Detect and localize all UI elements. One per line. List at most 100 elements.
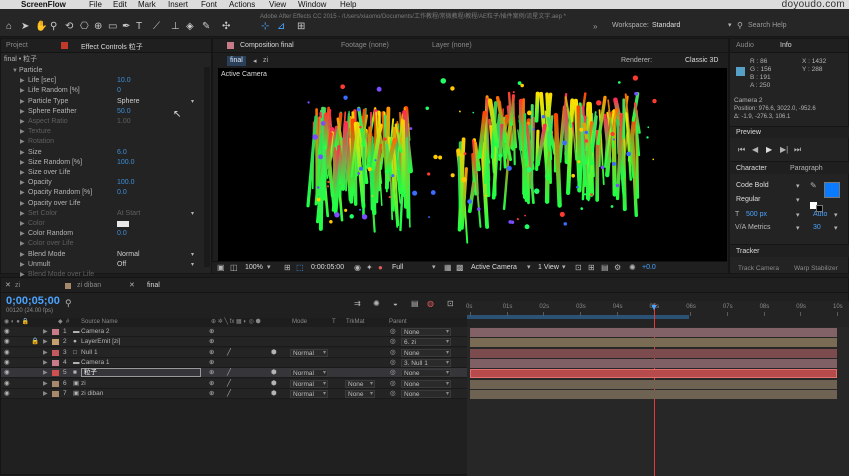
workspace-dropdown-arrow-icon[interactable]: ▾: [728, 21, 732, 29]
disclosure-triangle-icon[interactable]: ▶: [20, 229, 25, 239]
effect-property-value[interactable]: 50.0: [117, 107, 131, 117]
effect-property-value[interactable]: 0.0: [117, 229, 127, 239]
effect-property-row[interactable]: ▶Color over Life: [1, 239, 201, 249]
expand-layer-icon[interactable]: ▶: [43, 379, 48, 389]
mode-header[interactable]: Mode: [292, 318, 307, 327]
layer-label-color[interactable]: [52, 370, 59, 376]
exposure-value[interactable]: +0.0: [642, 264, 656, 271]
expand-arrows-icon[interactable]: »: [593, 22, 597, 31]
shy-switch-icon[interactable]: ⊕: [209, 368, 214, 378]
tab-project[interactable]: Project: [6, 42, 28, 49]
effect-property-row[interactable]: ▶Blend ModeNormal▾: [1, 250, 201, 260]
effect-property-row[interactable]: ▶Rotation: [1, 137, 201, 147]
layer-duration-bar[interactable]: [470, 338, 837, 347]
quality-switch-icon[interactable]: ╱: [227, 379, 231, 389]
comp-crumb-final[interactable]: final: [227, 56, 246, 66]
three-d-switch-icon[interactable]: ⬢: [271, 389, 277, 399]
layer-duration-bar[interactable]: [470, 328, 837, 337]
grid-icon[interactable]: ⊞: [284, 263, 291, 272]
timeline-search-icon[interactable]: ⚲: [65, 298, 72, 309]
resolution-dropdown[interactable]: Full: [392, 264, 403, 271]
effect-property-value[interactable]: 0: [117, 86, 121, 96]
toggle-pixel-icon[interactable]: ⊡: [575, 263, 582, 272]
quality-switch-icon[interactable]: ╱: [227, 348, 231, 358]
effect-property-row[interactable]: ▶Size Random [%]100.0: [1, 158, 201, 168]
expand-layer-icon[interactable]: ▶: [43, 358, 48, 368]
menu-insert[interactable]: Insert: [168, 0, 188, 9]
disclosure-triangle-icon[interactable]: ▶: [20, 178, 25, 188]
tab-layer[interactable]: Layer (none): [432, 42, 472, 49]
kerning-arrow-icon[interactable]: ▾: [796, 224, 800, 232]
disclosure-triangle-icon[interactable]: ▶: [20, 117, 25, 127]
effect-property-value[interactable]: Sphere: [117, 97, 140, 107]
target-region-icon[interactable]: ▦: [444, 263, 452, 272]
tab-footage[interactable]: Footage (none): [341, 42, 389, 49]
prev-frame-icon[interactable]: ◀: [752, 145, 758, 154]
parent-pickwhip-icon[interactable]: ◎: [390, 337, 396, 347]
layer-duration-bar[interactable]: [470, 369, 837, 378]
viewer-timecode[interactable]: 0:00:05:00: [311, 264, 344, 271]
menu-file[interactable]: File: [89, 0, 102, 9]
parent-pickwhip-icon[interactable]: ◎: [390, 327, 396, 337]
layer-name[interactable]: zi: [81, 379, 86, 389]
visibility-eye-icon[interactable]: ◉: [4, 358, 10, 368]
effect-property-value[interactable]: 100.0: [117, 158, 135, 168]
parent-dropdown[interactable]: None: [401, 369, 451, 377]
character-title[interactable]: Character: [736, 165, 767, 172]
parent-dropdown[interactable]: 3. Null 1: [401, 359, 451, 367]
layer-label-color[interactable]: [52, 360, 59, 366]
effect-property-row[interactable]: ▶Texture: [1, 127, 201, 137]
disclosure-triangle-icon[interactable]: ▶: [20, 199, 25, 209]
disclosure-triangle-icon[interactable]: ▶: [20, 250, 25, 260]
play-icon[interactable]: ▶: [766, 145, 772, 154]
transparency-grid-icon[interactable]: ▩: [456, 263, 464, 272]
fast-preview-icon[interactable]: ⊞: [588, 263, 595, 272]
layer-label-color[interactable]: [52, 350, 59, 356]
parent-dropdown[interactable]: None: [401, 349, 451, 357]
menu-actions[interactable]: Actions: [229, 0, 255, 9]
menu-font[interactable]: Font: [201, 0, 217, 9]
layer-name[interactable]: Camera 1: [81, 358, 110, 368]
layer-name[interactable]: 粒子: [81, 368, 201, 377]
expand-layer-icon[interactable]: ▶: [43, 337, 48, 347]
zoom-tool-icon[interactable]: ⚲: [50, 22, 57, 32]
blend-mode-dropdown[interactable]: Normal: [290, 349, 328, 357]
hand-tool-icon[interactable]: ✋: [35, 22, 47, 32]
fill-color-swatch[interactable]: [824, 182, 840, 198]
parent-dropdown[interactable]: None: [401, 328, 451, 336]
disclosure-triangle-icon[interactable]: ▶: [20, 158, 25, 168]
blend-mode-dropdown[interactable]: Normal: [290, 390, 328, 398]
menu-help[interactable]: Help: [340, 0, 356, 9]
disclosure-triangle-icon[interactable]: ▶: [20, 209, 25, 219]
snap-icon[interactable]: ⊹: [261, 22, 269, 32]
effect-property-row[interactable]: ▶Color Random0.0: [1, 229, 201, 239]
frame-blending-icon[interactable]: ▤: [411, 299, 419, 308]
quality-switch-icon[interactable]: ╱: [227, 368, 231, 378]
visibility-eye-icon[interactable]: ◉: [4, 368, 10, 378]
blend-mode-dropdown[interactable]: Normal: [290, 380, 328, 388]
puppet-pin-icon[interactable]: ✣: [222, 22, 230, 32]
effect-property-row[interactable]: ▶Set ColorAt Start▾: [1, 209, 201, 219]
leading-arrow-icon[interactable]: ▾: [834, 211, 838, 219]
tracking-arrow-icon[interactable]: ▾: [834, 224, 838, 232]
shy-switch-icon[interactable]: ⊕: [209, 327, 214, 337]
home-icon[interactable]: ⌂: [6, 22, 12, 32]
tab-info[interactable]: Info: [780, 42, 792, 49]
renderer-value[interactable]: Classic 3D: [685, 57, 718, 64]
graph-editor-icon[interactable]: ⊡: [447, 299, 454, 308]
shy-switch-icon[interactable]: ⊕: [209, 358, 214, 368]
layer-label-color[interactable]: [52, 391, 59, 397]
parent-dropdown[interactable]: None: [401, 380, 451, 388]
mask-visibility-icon[interactable]: ◫: [230, 263, 238, 272]
effect-property-row[interactable]: ▶Opacity over Life: [1, 199, 201, 209]
shy-switch-icon[interactable]: ⊕: [209, 389, 214, 399]
source-name-header[interactable]: Source Name: [81, 318, 118, 327]
disclosure-triangle-icon[interactable]: ▶: [20, 148, 25, 158]
layer-row[interactable]: ◉▶4▬Camera 1⊕◎3. Null 1: [1, 358, 467, 368]
shy-switch-icon[interactable]: ⊕: [209, 348, 214, 358]
comp-crumb-zi[interactable]: zi: [263, 57, 268, 64]
parent-dropdown[interactable]: None: [401, 390, 451, 398]
effect-property-row[interactable]: ▶Size6.0: [1, 148, 201, 158]
effect-property-row[interactable]: ▶Opacity100.0: [1, 178, 201, 188]
kerning-dropdown[interactable]: Metrics: [748, 224, 771, 231]
